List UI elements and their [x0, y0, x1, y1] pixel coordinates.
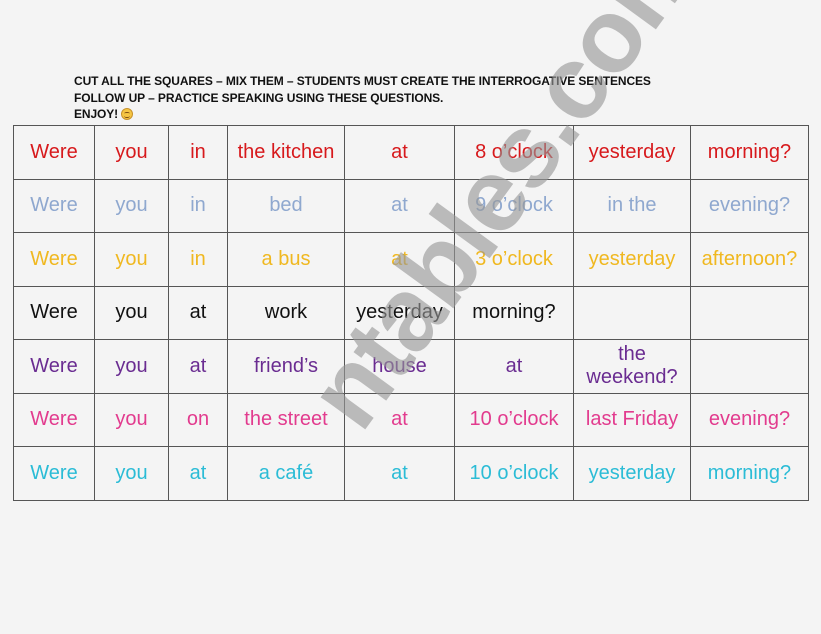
empty-card	[690, 285, 809, 340]
instruction-line-2: FOLLOW UP – PRACTICE SPEAKING USING THES…	[74, 90, 444, 105]
word-card: a café	[227, 446, 345, 501]
instruction-line-1: CUT ALL THE SQUARES – MIX THEM – STUDENT…	[74, 74, 651, 88]
word-card: you	[94, 339, 169, 394]
word-card: at	[168, 446, 228, 501]
table-row: Were you on the street at 10 o’clock last Frid…	[13, 392, 809, 447]
word-card: 9 o’clock	[454, 178, 574, 233]
word-card: at	[344, 178, 455, 233]
cards-body: Were you in the kitchen at 8 o’clock yesterday…	[13, 125, 809, 501]
word-card: yesterday	[573, 125, 691, 180]
word-card: 10 o’clock	[454, 446, 574, 501]
word-card: 10 o’clock	[454, 392, 574, 447]
word-card: work	[227, 285, 345, 340]
smiling-face-icon	[121, 108, 134, 120]
word-card: Were	[13, 285, 95, 340]
word-card: evening?	[690, 178, 809, 233]
table-row: Were you in a bus at 3 o’clock yesterday aftern…	[13, 232, 809, 287]
instruction-line-3: ENJOY!	[74, 106, 651, 123]
empty-card	[573, 285, 691, 340]
word-card: Were	[13, 125, 95, 180]
word-card: you	[94, 446, 169, 501]
word-card: evening?	[690, 392, 809, 447]
word-card: you	[94, 178, 169, 233]
word-card: morning?	[690, 125, 809, 180]
word-card: afternoon?	[690, 232, 809, 287]
word-card: at	[344, 232, 455, 287]
word-card: a bus	[227, 232, 345, 287]
word-card: yesterday	[573, 446, 691, 501]
word-card: you	[94, 285, 169, 340]
word-card: 8 o’clock	[454, 125, 574, 180]
word-card: last Friday	[573, 392, 691, 447]
word-card: house	[344, 339, 455, 394]
word-card: at	[168, 339, 228, 394]
word-card: 3 o’clock	[454, 232, 574, 287]
word-card: yesterday	[573, 232, 691, 287]
word-card: the kitchen	[227, 125, 345, 180]
word-card: bed	[227, 178, 345, 233]
word-card: in the	[573, 178, 691, 233]
word-card: you	[94, 125, 169, 180]
word-card: at	[344, 392, 455, 447]
word-card: on	[168, 392, 228, 447]
word-card: in	[168, 232, 228, 287]
word-card: friend’s	[227, 339, 345, 394]
word-card: yesterday	[344, 285, 455, 340]
word-card: the street	[227, 392, 345, 447]
word-card: at	[344, 446, 455, 501]
word-card: Were	[13, 178, 95, 233]
table-row: Were you at work yesterday morning?	[13, 285, 809, 340]
word-card: Were	[13, 392, 95, 447]
word-card: at	[344, 125, 455, 180]
table-row: Were you in bed at 9 o’clock in the evening?	[13, 178, 809, 233]
word-card: in	[168, 178, 228, 233]
word-card: Were	[13, 446, 95, 501]
word-card: the weekend?	[573, 339, 691, 394]
word-card: in	[168, 125, 228, 180]
instructions: CUT ALL THE SQUARES – MIX THEM – STUDENT…	[74, 73, 651, 123]
table-row: Were you at friend’s house at the weekend?	[13, 339, 809, 394]
table-row: Were you at a café at 10 o’clock yesterday morn…	[13, 446, 809, 501]
empty-card	[690, 339, 809, 394]
word-card: at	[454, 339, 574, 394]
word-card: you	[94, 392, 169, 447]
table-row: Were you in the kitchen at 8 o’clock yesterday…	[13, 125, 809, 180]
word-card: morning?	[690, 446, 809, 501]
word-card: Were	[13, 232, 95, 287]
word-card: Were	[13, 339, 95, 394]
word-card: you	[94, 232, 169, 287]
enjoy-text: ENJOY!	[74, 107, 119, 121]
sentence-cards-table: Were you in the kitchen at 8 o’clock yesterday…	[13, 125, 809, 501]
word-card: morning?	[454, 285, 574, 340]
word-card: at	[168, 285, 228, 340]
